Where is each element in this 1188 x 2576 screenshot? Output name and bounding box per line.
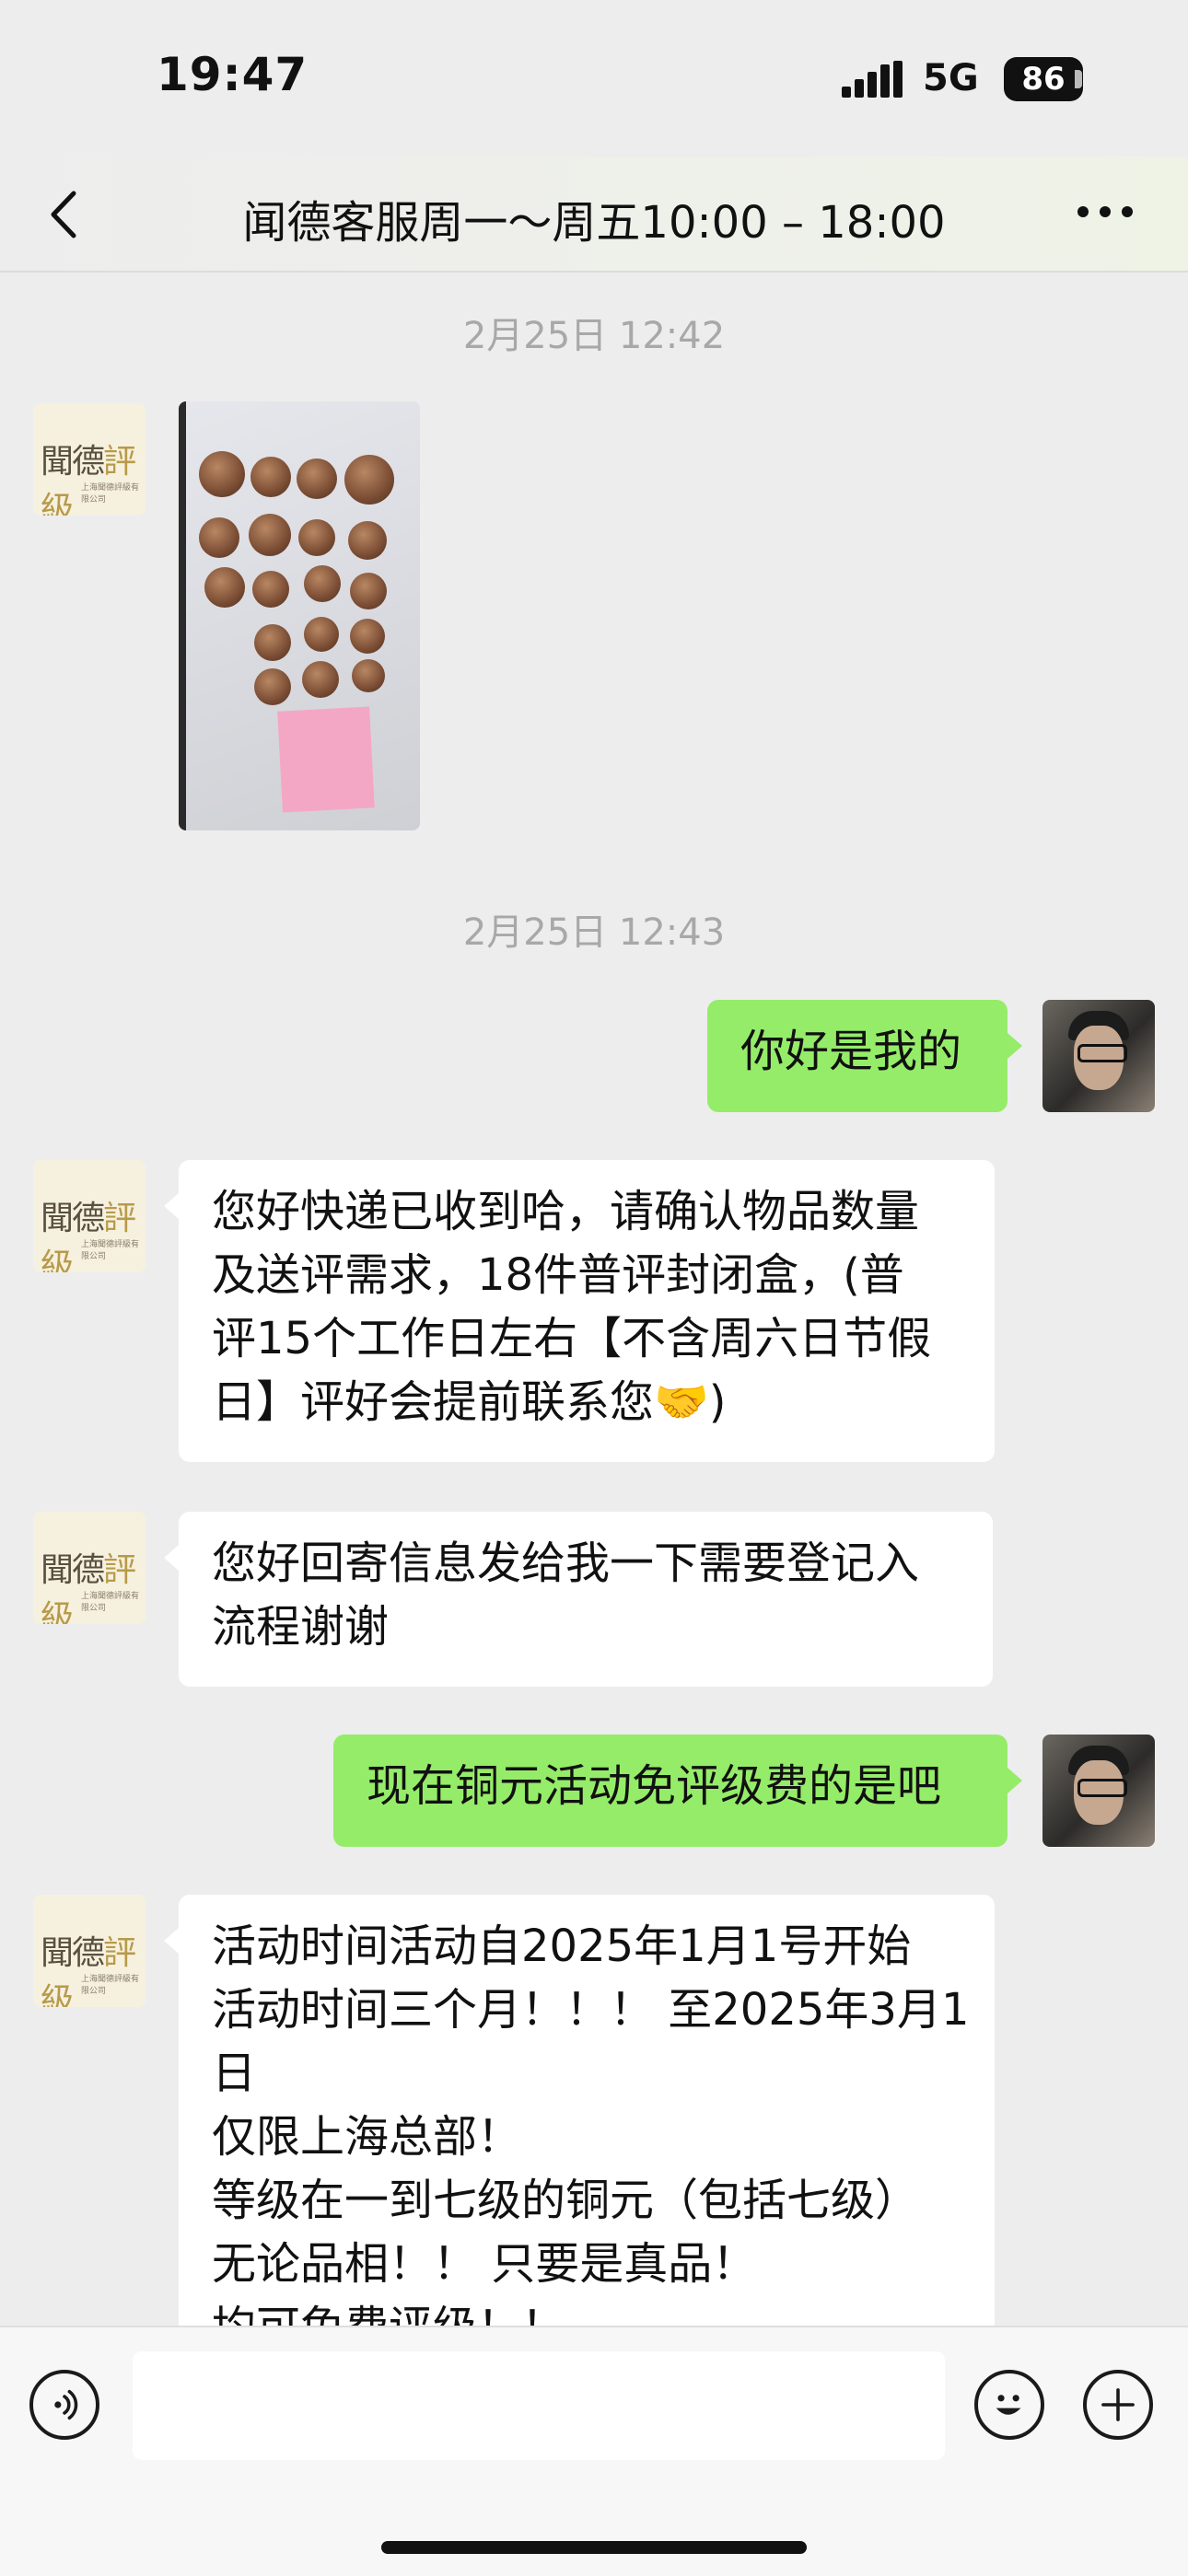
incoming-message[interactable]: 您好回寄信息发给我一下需要登记入 流程谢谢	[164, 1512, 993, 1687]
user-avatar[interactable]	[1042, 1735, 1155, 1847]
status-bar: 19:47 5G 86	[0, 0, 1188, 157]
logo-text: 聞德	[41, 1200, 105, 1237]
image-message[interactable]	[179, 401, 420, 830]
coin	[302, 661, 339, 698]
coin	[204, 567, 245, 608]
battery-icon: 86	[1004, 57, 1083, 101]
logo-text: 聞德	[41, 1934, 105, 1972]
coin	[304, 617, 339, 652]
user-avatar[interactable]	[1042, 1000, 1155, 1112]
emoji-icon[interactable]	[974, 2370, 1044, 2440]
coin	[350, 573, 387, 609]
logo-text: 聞德	[41, 1551, 105, 1589]
message-line: 流程谢谢	[212, 1601, 390, 1653]
back-chevron-icon[interactable]	[37, 182, 92, 247]
message-line: 您好快递已收到哈，请确认物品数量	[212, 1186, 920, 1237]
message-line: 仅限上海总部！	[212, 2111, 522, 2163]
status-time: 19:47	[157, 48, 309, 101]
coin	[298, 519, 335, 556]
incoming-message[interactable]: 活动时间活动自2025年1月1号开始 活动时间三个月！！！ 至2025年3月1 …	[164, 1895, 995, 2383]
input-bar	[0, 2326, 1188, 2576]
message-line: 您好回寄信息发给我一下需要登记入	[212, 1537, 920, 1589]
logo-tagline: 上海聞德評級有限公司	[81, 1592, 140, 1613]
message-text: 你好是我的	[740, 1026, 962, 1077]
pink-note	[277, 706, 375, 813]
message-input[interactable]	[133, 2351, 945, 2460]
message-line: 活动时间三个月！！！ 至2025年3月1	[212, 1984, 970, 2036]
coin	[250, 457, 291, 497]
chat-title: 闻德客服周一～周五10:00 – 18:00	[242, 197, 946, 249]
coin	[344, 455, 394, 505]
logo-tagline: 上海聞德評級有限公司	[81, 1975, 140, 1996]
more-options-icon[interactable]	[1068, 184, 1142, 239]
message-timestamp: 2月25日 12:42	[462, 315, 726, 357]
agent-avatar[interactable]: 聞德評級 上海聞德評級有限公司	[33, 403, 146, 516]
message-line: 及送评需求，18件普评封闭盒，(普	[212, 1249, 904, 1301]
chat-header: 闻德客服周一～周五10:00 – 18:00	[0, 157, 1188, 273]
coin	[350, 619, 385, 654]
logo-text: 聞德	[41, 443, 105, 481]
battery-cap	[1075, 70, 1082, 88]
coin	[352, 659, 385, 692]
agent-avatar[interactable]: 聞德評級 上海聞德評級有限公司	[33, 1895, 146, 2007]
outgoing-message[interactable]: 现在铜元活动免评级费的是吧	[333, 1735, 1022, 1847]
coin	[348, 521, 387, 560]
coin	[304, 565, 341, 602]
incoming-message[interactable]: 您好快递已收到哈，请确认物品数量 及送评需求，18件普评封闭盒，(普 评15个工…	[164, 1160, 995, 1462]
coin	[254, 624, 291, 661]
message-line: 日	[212, 2048, 257, 2099]
voice-input-icon[interactable]	[29, 2370, 99, 2440]
message-line: 活动时间活动自2025年1月1号开始	[212, 1920, 912, 1972]
message-text: 现在铜元活动免评级费的是吧	[367, 1760, 942, 1812]
add-attachment-icon[interactable]	[1083, 2370, 1153, 2440]
coin	[297, 458, 337, 499]
logo-tagline: 上海聞德評級有限公司	[81, 1240, 140, 1261]
logo-tagline: 上海聞德評級有限公司	[81, 483, 140, 505]
network-type: 5G	[923, 57, 979, 99]
message-line: 无论品相！！ 只要是真品！	[212, 2238, 757, 2290]
outgoing-message[interactable]: 你好是我的	[707, 1000, 1022, 1112]
message-line: 日】评好会提前联系您🤝)	[212, 1376, 727, 1428]
coin	[252, 571, 289, 608]
home-indicator[interactable]	[381, 2541, 807, 2554]
message-timestamp: 2月25日 12:43	[462, 911, 726, 954]
coin	[199, 517, 239, 558]
coin	[249, 514, 291, 556]
signal-icon	[842, 61, 903, 98]
agent-avatar[interactable]: 聞德評級 上海聞德評級有限公司	[33, 1512, 146, 1624]
coin	[199, 451, 245, 497]
message-line: 评15个工作日左右【不含周六日节假	[212, 1313, 932, 1364]
coin	[254, 668, 291, 705]
agent-avatar[interactable]: 聞德評級 上海聞德評級有限公司	[33, 1160, 146, 1272]
message-line: 等级在一到七级的铜元（包括七级）	[212, 2175, 920, 2226]
